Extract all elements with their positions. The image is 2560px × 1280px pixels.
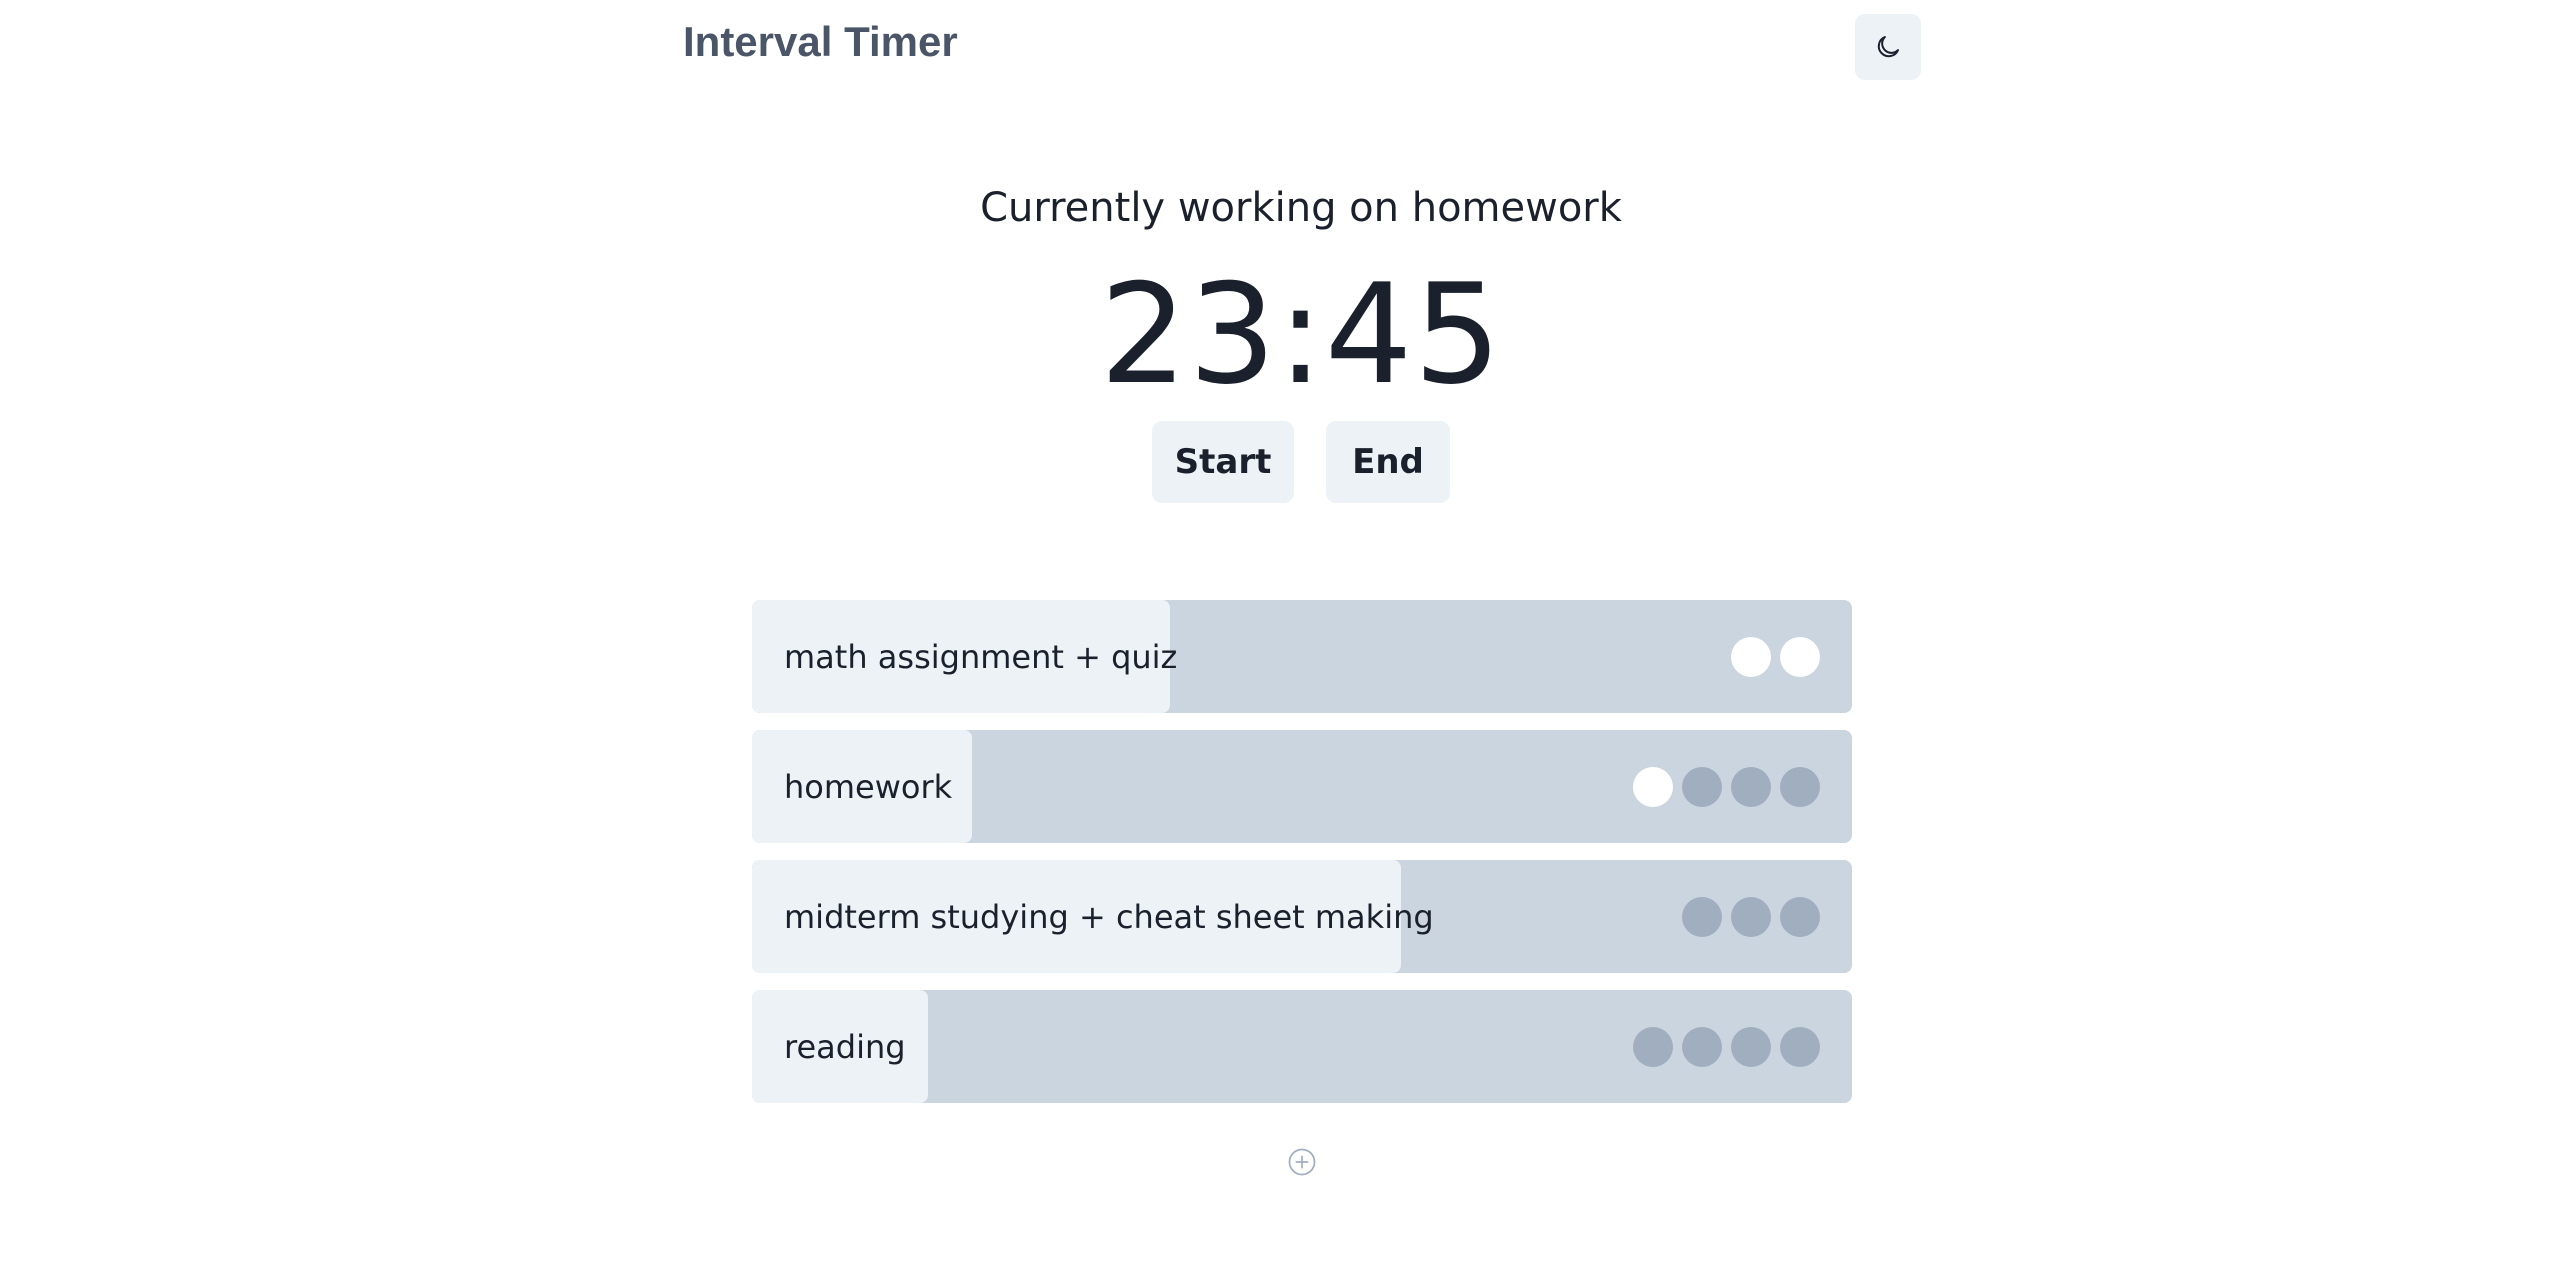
interval-dot-done	[1731, 636, 1771, 677]
timer-display: 23:45	[1099, 254, 1503, 415]
task-row[interactable]: reading	[752, 990, 1852, 1103]
interval-dots	[1633, 730, 1820, 843]
interval-dot-done	[1780, 636, 1820, 677]
interval-dots	[1682, 860, 1820, 973]
interval-dot-pending	[1780, 1026, 1820, 1067]
task-row[interactable]: homework	[752, 730, 1852, 843]
task-row[interactable]: math assignment + quiz	[752, 600, 1852, 713]
moon-icon	[1873, 32, 1903, 62]
task-label: reading	[752, 990, 928, 1103]
interval-dot-pending	[1633, 1026, 1673, 1067]
add-task-button[interactable]	[1287, 1147, 1317, 1177]
interval-dot-pending	[1682, 896, 1722, 937]
task-label: midterm studying + cheat sheet making	[752, 860, 1434, 973]
end-button[interactable]: End	[1326, 421, 1450, 503]
task-label: homework	[752, 730, 972, 843]
task-list: math assignment + quiz homework midterm st…	[752, 600, 1852, 1103]
interval-dot-pending	[1682, 1026, 1722, 1067]
interval-dot-pending	[1731, 1026, 1771, 1067]
interval-dot-pending	[1682, 766, 1722, 807]
interval-dot-pending	[1780, 896, 1820, 937]
interval-dots	[1731, 600, 1820, 713]
start-button[interactable]: Start	[1152, 421, 1294, 503]
timer-controls: Start End	[1152, 421, 1450, 503]
plus-circle-icon	[1287, 1147, 1317, 1177]
task-label: math assignment + quiz	[752, 600, 1177, 713]
interval-dot-pending	[1780, 766, 1820, 807]
current-task-status: Currently working on homework	[980, 185, 1622, 231]
interval-dot-pending	[1731, 766, 1771, 807]
app-title: Interval Timer	[683, 18, 958, 65]
interval-dot-pending	[1731, 896, 1771, 937]
app-root: Interval Timer Currently working on home…	[0, 0, 2560, 1280]
theme-toggle-button[interactable]	[1855, 14, 1921, 80]
interval-dots	[1633, 990, 1820, 1103]
interval-dot-done	[1633, 766, 1673, 807]
task-row[interactable]: midterm studying + cheat sheet making	[752, 860, 1852, 973]
